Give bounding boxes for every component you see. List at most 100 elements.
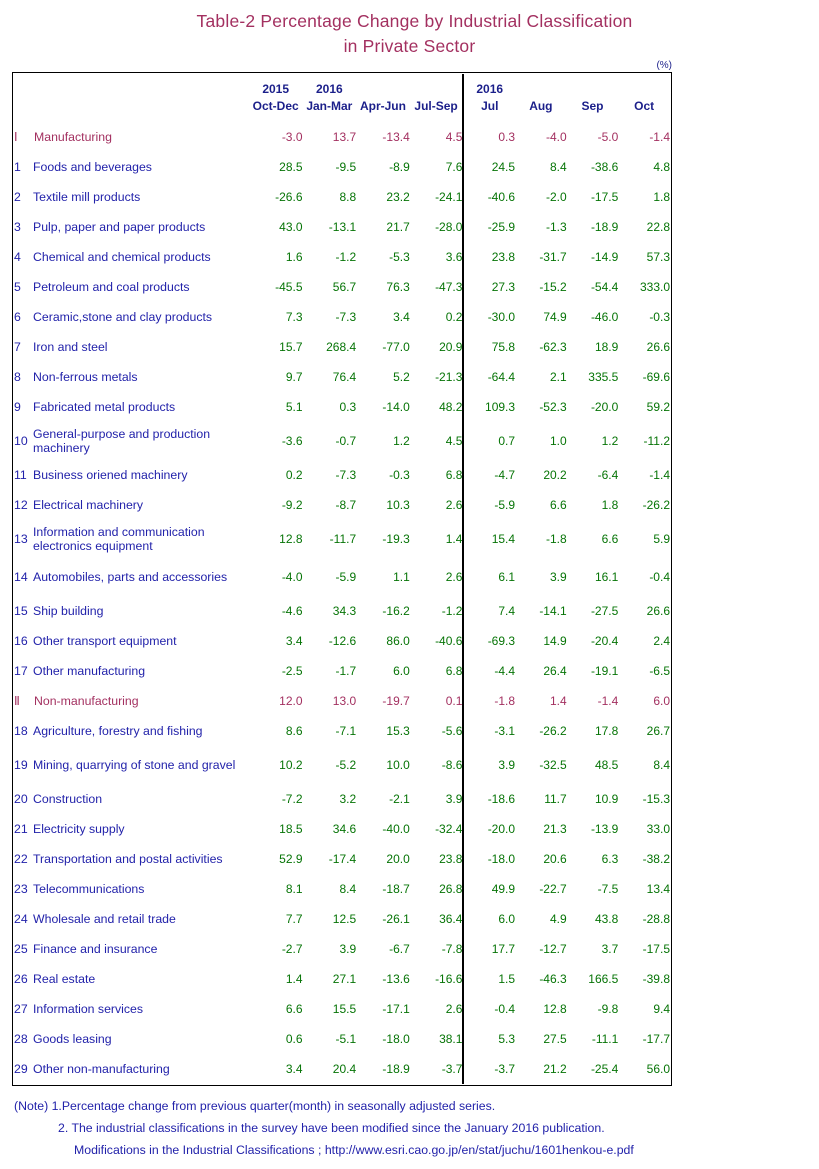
data-cell: 12.5 [332, 912, 357, 926]
header-year [410, 81, 463, 98]
data-cell: 10.3 [386, 498, 410, 512]
row-name: Chemical and chemical products [33, 250, 211, 264]
data-cell: 34.3 [332, 604, 357, 618]
data-cell: 26.4 [543, 664, 567, 678]
data-cell: -1.4 [597, 694, 619, 708]
row-label-cell: 12 Electrical machinery [14, 490, 249, 520]
row-label-inner: 7 Iron and steel [14, 340, 249, 354]
header-period: Sep [581, 99, 604, 113]
data-cell: 49.9 [491, 882, 516, 896]
row-label-cell: 3 Pulp, paper and paper products [14, 212, 249, 242]
data-cell: 6.8 [409, 460, 465, 490]
header-period: Oct [634, 99, 655, 113]
row-name: Pulp, paper and paper products [33, 220, 206, 234]
data-cell: -0.4 [649, 570, 670, 584]
data-cell: 7.4 [498, 604, 516, 618]
row-label-inner: 18 Agriculture, forestry and fishing [14, 724, 249, 738]
row-label-inner: 1 Foods and beverages [14, 160, 249, 174]
row-label-inner: 29 Other non-manufacturing [14, 1062, 249, 1076]
data-cell: 1.2 [393, 434, 410, 448]
data-cell: 15.4 [491, 532, 516, 546]
data-cell: 20.2 [543, 468, 567, 482]
data-cell: -6.7 [389, 942, 410, 956]
row-label-inner: 17 Other manufacturing [14, 664, 249, 678]
row-name: Foods and beverages [33, 160, 152, 174]
row-label-cell: 22 Transportation and postal activities [14, 844, 249, 874]
data-cell: 3.9 [409, 784, 465, 814]
row-label-inner: 10 General-purpose and production machine… [14, 427, 249, 455]
data-cell: 26.6 [646, 604, 670, 618]
data-cell: -5.9 [494, 498, 516, 512]
data-cell: 1.1 [393, 570, 410, 584]
data-cell: 0.6 [285, 1032, 303, 1046]
data-cell: -13.6 [382, 972, 410, 986]
data-cell: -11.1 [591, 1032, 619, 1046]
row-label-inner: 11 Business oriened machinery [14, 468, 249, 482]
row-name: Finance and insurance [33, 942, 158, 956]
data-cell: -16.6 [409, 964, 465, 994]
table-row: 8 Non-ferrous metals 9.7 76.4 5.2 -21.3 -64.4 2… [14, 362, 670, 392]
data-cell: -7.1 [335, 724, 357, 738]
header-cell-jan-mar: 2016 Jan-Mar [303, 74, 357, 122]
row-name: Electrical machinery [33, 498, 144, 512]
data-cell: 2.6 [409, 994, 465, 1024]
data-cell: 7.7 [285, 912, 303, 926]
data-cell: -7.3 [335, 310, 357, 324]
row-label-inner: 27 Information services [14, 1002, 249, 1016]
data-cell: 18.9 [594, 340, 619, 354]
table-row: 5 Petroleum and coal products -45.5 56.7 76.… [14, 272, 670, 302]
data-cell: 6.6 [601, 532, 619, 546]
data-cell: 20.4 [332, 1062, 357, 1076]
data-cell: -1.2 [335, 250, 357, 264]
data-cell: 1.8 [653, 190, 670, 204]
data-cell: -1.4 [649, 130, 670, 144]
data-cell: 13.4 [646, 882, 670, 896]
data-cell: 14.9 [543, 634, 567, 648]
data-cell: -18.0 [487, 852, 516, 866]
data-cell: 76.4 [332, 370, 357, 384]
data-cell: 15.5 [332, 1002, 357, 1016]
row-number: 15 [14, 604, 28, 618]
data-cell: -15.2 [539, 280, 567, 294]
data-cell: 52.9 [279, 852, 303, 866]
page-title: Table-2 Percentage Change by Industrial … [0, 0, 819, 59]
data-cell: 10.0 [386, 758, 410, 772]
data-cell: -18.9 [382, 1062, 410, 1076]
row-number: 8 [14, 370, 21, 384]
table-row: 2 Textile mill products -26.6 8.8 23.2 -24.1 -… [14, 182, 670, 212]
table-row: 6 Ceramic,stone and clay products 7.3 -7.3 3… [14, 302, 670, 332]
header-period: Aug [529, 99, 553, 113]
header-period: Jan-Mar [306, 99, 353, 113]
row-name: Construction [33, 792, 103, 806]
data-cell: 0.1 [409, 686, 465, 716]
data-cell: 86.0 [386, 634, 410, 648]
data-cell: 2.6 [409, 490, 465, 520]
header-year: 2016 [315, 82, 343, 96]
header-year: 2016 [476, 82, 504, 96]
header-period: Oct-Dec [252, 99, 299, 113]
data-cell: 8.1 [285, 882, 303, 896]
data-cell: 17.7 [491, 942, 516, 956]
header-cell-jul: 2016 Jul [463, 74, 515, 122]
data-cell: 18.5 [279, 822, 303, 836]
data-cell: -18.9 [590, 220, 619, 234]
row-label-cell: 5 Petroleum and coal products [14, 272, 249, 302]
data-cell: 1.4 [285, 972, 303, 986]
data-cell: 0.3 [498, 130, 516, 144]
data-cell: -4.0 [281, 570, 303, 584]
data-cell: 26.6 [646, 340, 670, 354]
data-cell: -3.7 [409, 1054, 465, 1084]
data-cell: -12.7 [539, 942, 567, 956]
table-header: 2015 Oct-Dec 2016 Jan-Mar Apr-Jun Jul-Sep 2016… [14, 74, 670, 122]
data-cell: 11.7 [544, 792, 567, 806]
row-number: 10 [14, 434, 28, 448]
data-cell: 12.0 [279, 694, 303, 708]
data-cell: -40.6 [409, 626, 465, 656]
table-row: 13 Information and communication electron… [14, 520, 670, 558]
title-line-1: Table-2 Percentage Change by Industrial … [196, 11, 633, 31]
data-cell: -46.3 [539, 972, 567, 986]
row-label-inner: 6 Ceramic,stone and clay products [14, 310, 249, 324]
row-label-cell: 10 General-purpose and production machine… [14, 422, 249, 460]
row-number: 13 [14, 532, 28, 546]
row-number: 28 [14, 1032, 28, 1046]
